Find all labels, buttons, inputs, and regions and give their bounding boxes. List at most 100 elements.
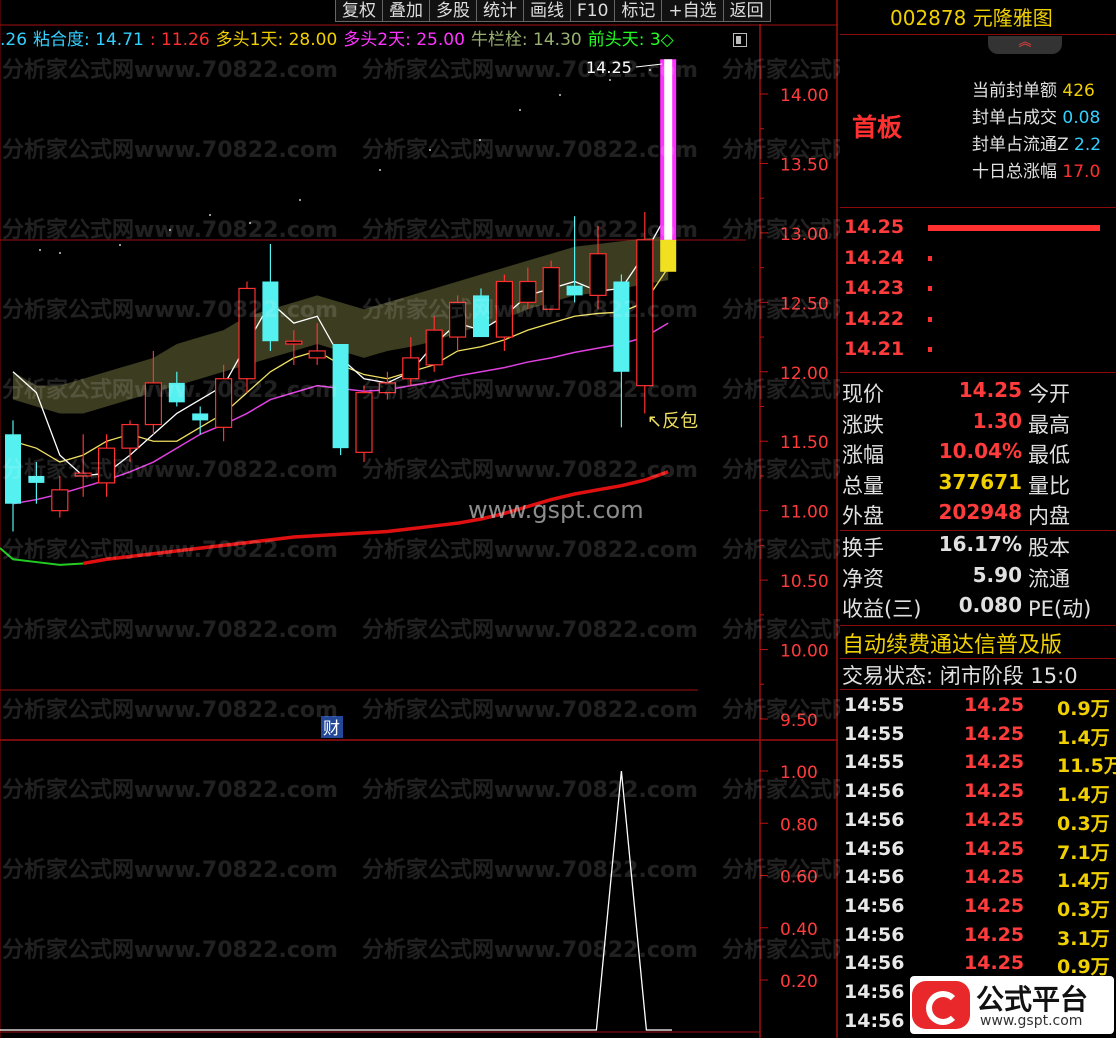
seal-info-row: 当前封单额 426	[972, 76, 1095, 101]
watermark-text: 分析家公式网www.70822.com	[2, 618, 338, 643]
tick-time: 14:55	[844, 694, 905, 716]
watermark-text: 分析家公式网www.70822.com	[2, 458, 338, 483]
tick-time: 14:56	[844, 923, 905, 946]
order-book-price: 14.24	[844, 246, 905, 269]
divider	[840, 530, 1116, 531]
quote-label: 今开	[1028, 382, 1070, 406]
watermark-text: 分析家公式网www.70822.com	[362, 458, 698, 483]
quote-label: 量比	[1028, 473, 1070, 498]
tick-price: 14.25	[964, 722, 1025, 745]
seal-info-row: 十日总涨幅 17.0	[972, 157, 1100, 182]
signal-dot	[518, 108, 522, 112]
price-tick-label: 11.50	[780, 433, 829, 453]
divider	[840, 689, 1116, 690]
watermark-text: 分析家公式网www.70822.com	[2, 538, 338, 563]
quote-label: 流通	[1028, 566, 1070, 591]
tick-time: 14:56	[844, 894, 905, 917]
stock-title: 002878 元隆雅图	[890, 6, 1053, 30]
watermark-text: 分析家公式网www.70822.com	[2, 218, 338, 243]
tick-volume: 1.4万	[1057, 870, 1110, 893]
toolbar-button[interactable]: 多股	[429, 0, 477, 22]
toolbar-button[interactable]: 统计	[476, 0, 524, 22]
tick-row: 14:56 14.25 1.4万	[842, 780, 1116, 808]
watermark-text: 分析家公式网www.70822.com	[2, 698, 338, 723]
signal-dot	[298, 198, 302, 202]
watermark-text: 分析家公式网www.70822.com	[362, 218, 698, 243]
price-tick-label: 10.50	[780, 572, 829, 592]
tick-price: 14.25	[964, 894, 1025, 917]
order-book-price: 14.22	[844, 307, 905, 330]
collapse-up-icon[interactable]: ︽	[988, 36, 1062, 54]
tick-time: 14:56	[844, 952, 905, 975]
tick-row: 14:56 14.25 0.3万	[842, 809, 1116, 837]
tick-time: 14:56	[844, 1009, 905, 1032]
logo-url: www.gspt.com	[980, 1013, 1083, 1029]
toolbar-button[interactable]: +自选	[661, 0, 724, 22]
indicator-value: : 11.26	[149, 30, 210, 50]
sub-indicator-line	[0, 770, 672, 1031]
watermark-text: 分析家公式网www.70822.com	[362, 778, 698, 803]
logo-text: 公式平台	[976, 983, 1089, 1016]
watermark-text: 分析家公式网www.70822.com	[362, 858, 698, 883]
quote-value: 0.080	[958, 593, 1022, 617]
tick-volume: 3.1万	[1057, 927, 1110, 950]
toolbar-button[interactable]: 叠加	[382, 0, 430, 22]
price-tick-label: 14.00	[780, 86, 829, 106]
watermark-text: 分析家公式网www.70822.com	[2, 378, 338, 403]
quote-panel: 002878 元隆雅图 ︽ 首板 当前封单额 426 封单占成交 0.08 封单占流…	[840, 0, 1116, 1038]
order-book-bar	[928, 347, 932, 352]
board-label: 首板	[852, 113, 903, 142]
tick-time: 14:56	[844, 866, 905, 889]
tick-row: 14:55 14.25 11.5万	[842, 751, 1116, 779]
seal-info-key: 当前封单额	[972, 81, 1057, 101]
brand-label: 自动续费通达信普及版	[842, 633, 1063, 658]
toolbar-button[interactable]: 复权	[335, 0, 383, 22]
seal-info-value: 2.2	[1068, 135, 1102, 155]
quote-label: 最高	[1028, 412, 1070, 437]
toolbar-button[interactable]: 标记	[614, 0, 663, 22]
indicator-value: 牛栏栓: 14.30	[470, 30, 582, 50]
quote-row: 净资 5.90 流通	[842, 563, 1116, 593]
toolbar-button[interactable]: F10	[570, 0, 616, 22]
quote-value: 377671	[938, 469, 1023, 494]
candle-body	[285, 340, 303, 345]
order-book-price: 14.23	[844, 277, 905, 299]
tick-time: 14:56	[844, 808, 905, 831]
panel-toggle-icon[interactable]	[733, 33, 747, 47]
quote-row: 现价 14.25 今开	[842, 378, 1116, 408]
center-watermark: www.gspt.com	[468, 496, 644, 524]
order-book-price: 14.25	[844, 216, 905, 238]
candle-body	[425, 329, 443, 366]
tick-row: 14:56 14.25 7.1万	[842, 838, 1116, 866]
watermark-text: 分析家公式网www.70822.com	[2, 858, 338, 883]
quote-value: 202948	[938, 500, 1023, 524]
quote-row: 换手 16.17% 股本	[842, 532, 1116, 562]
toolbar-button[interactable]: 返回	[722, 0, 771, 22]
indicator-strip: .26 粘合度: 14.71: 11.26 多头1天: 28.00 多头2天: 25.…	[0, 27, 674, 53]
order-book-bar	[928, 225, 1100, 231]
sub-tick-label: 0.80	[780, 815, 818, 835]
order-book-bar	[928, 255, 932, 261]
candle-body	[121, 423, 139, 449]
signal-dot	[38, 248, 42, 252]
tick-volume: 1.4万	[1057, 784, 1110, 807]
indicator-value: 粘合度: 14.71	[33, 30, 144, 50]
quote-label: 外盘	[842, 504, 884, 528]
candle-body	[589, 253, 607, 296]
order-book-bar	[928, 286, 932, 291]
watermark-text: 分析家公式网www.70822.com	[362, 378, 698, 403]
quote-row: 外盘 202948 内盘	[842, 500, 1116, 530]
divider	[840, 34, 1116, 35]
quote-row: 涨幅 10.04% 最低	[842, 439, 1116, 469]
tick-price: 14.25	[964, 751, 1025, 774]
trade-status: 交易状态: 闭市阶段 15:0	[842, 664, 1078, 688]
tick-time: 14:55	[844, 751, 905, 774]
sub-tick-label: 0.20	[780, 972, 818, 992]
tick-price: 14.25	[964, 866, 1025, 889]
quote-label: 净资	[842, 566, 884, 591]
indicator-value: 多头2天: 25.00	[343, 30, 465, 50]
quote-label: 换手	[842, 536, 884, 560]
toolbar-button[interactable]: 画线	[523, 0, 571, 22]
tick-volume: 0.3万	[1057, 898, 1110, 921]
quote-row: 涨跌 1.30 最高	[842, 409, 1116, 439]
